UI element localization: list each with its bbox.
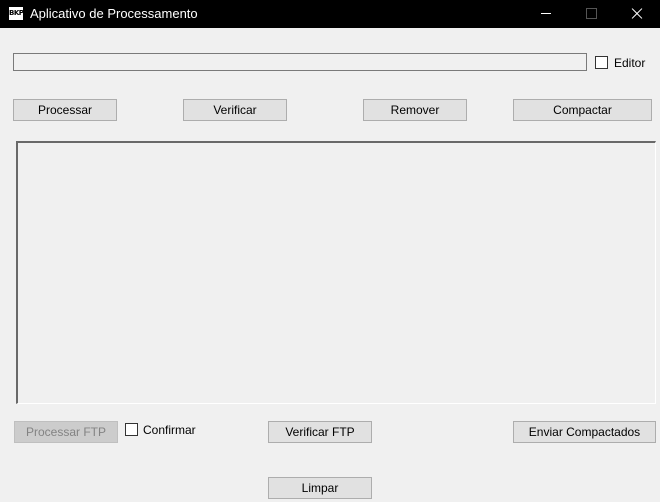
processar-button[interactable]: Processar — [13, 99, 117, 121]
compactar-button[interactable]: Compactar — [513, 99, 652, 121]
app-logo-icon: BKP — [9, 7, 24, 20]
remover-button[interactable]: Remover — [363, 99, 467, 121]
window-title: Aplicativo de Processamento — [30, 6, 198, 21]
enviar-compactados-button[interactable]: Enviar Compactados — [513, 421, 656, 443]
confirmar-checkbox[interactable] — [125, 423, 138, 436]
close-icon[interactable] — [614, 0, 660, 28]
output-textarea[interactable] — [16, 141, 656, 404]
limpar-button[interactable]: Limpar — [268, 477, 372, 499]
processar-ftp-button: Processar FTP — [14, 421, 118, 443]
path-input[interactable] — [13, 53, 587, 71]
editor-checkbox[interactable] — [595, 56, 608, 69]
verificar-button[interactable]: Verificar — [183, 99, 287, 121]
minimize-icon[interactable] — [524, 0, 570, 28]
editor-checkbox-label[interactable]: Editor — [614, 56, 645, 70]
confirmar-checkbox-label[interactable]: Confirmar — [143, 423, 196, 437]
title-bar[interactable]: BKP Aplicativo de Processamento — [0, 0, 660, 28]
maximize-icon — [568, 0, 614, 28]
verificar-ftp-button[interactable]: Verificar FTP — [268, 421, 372, 443]
